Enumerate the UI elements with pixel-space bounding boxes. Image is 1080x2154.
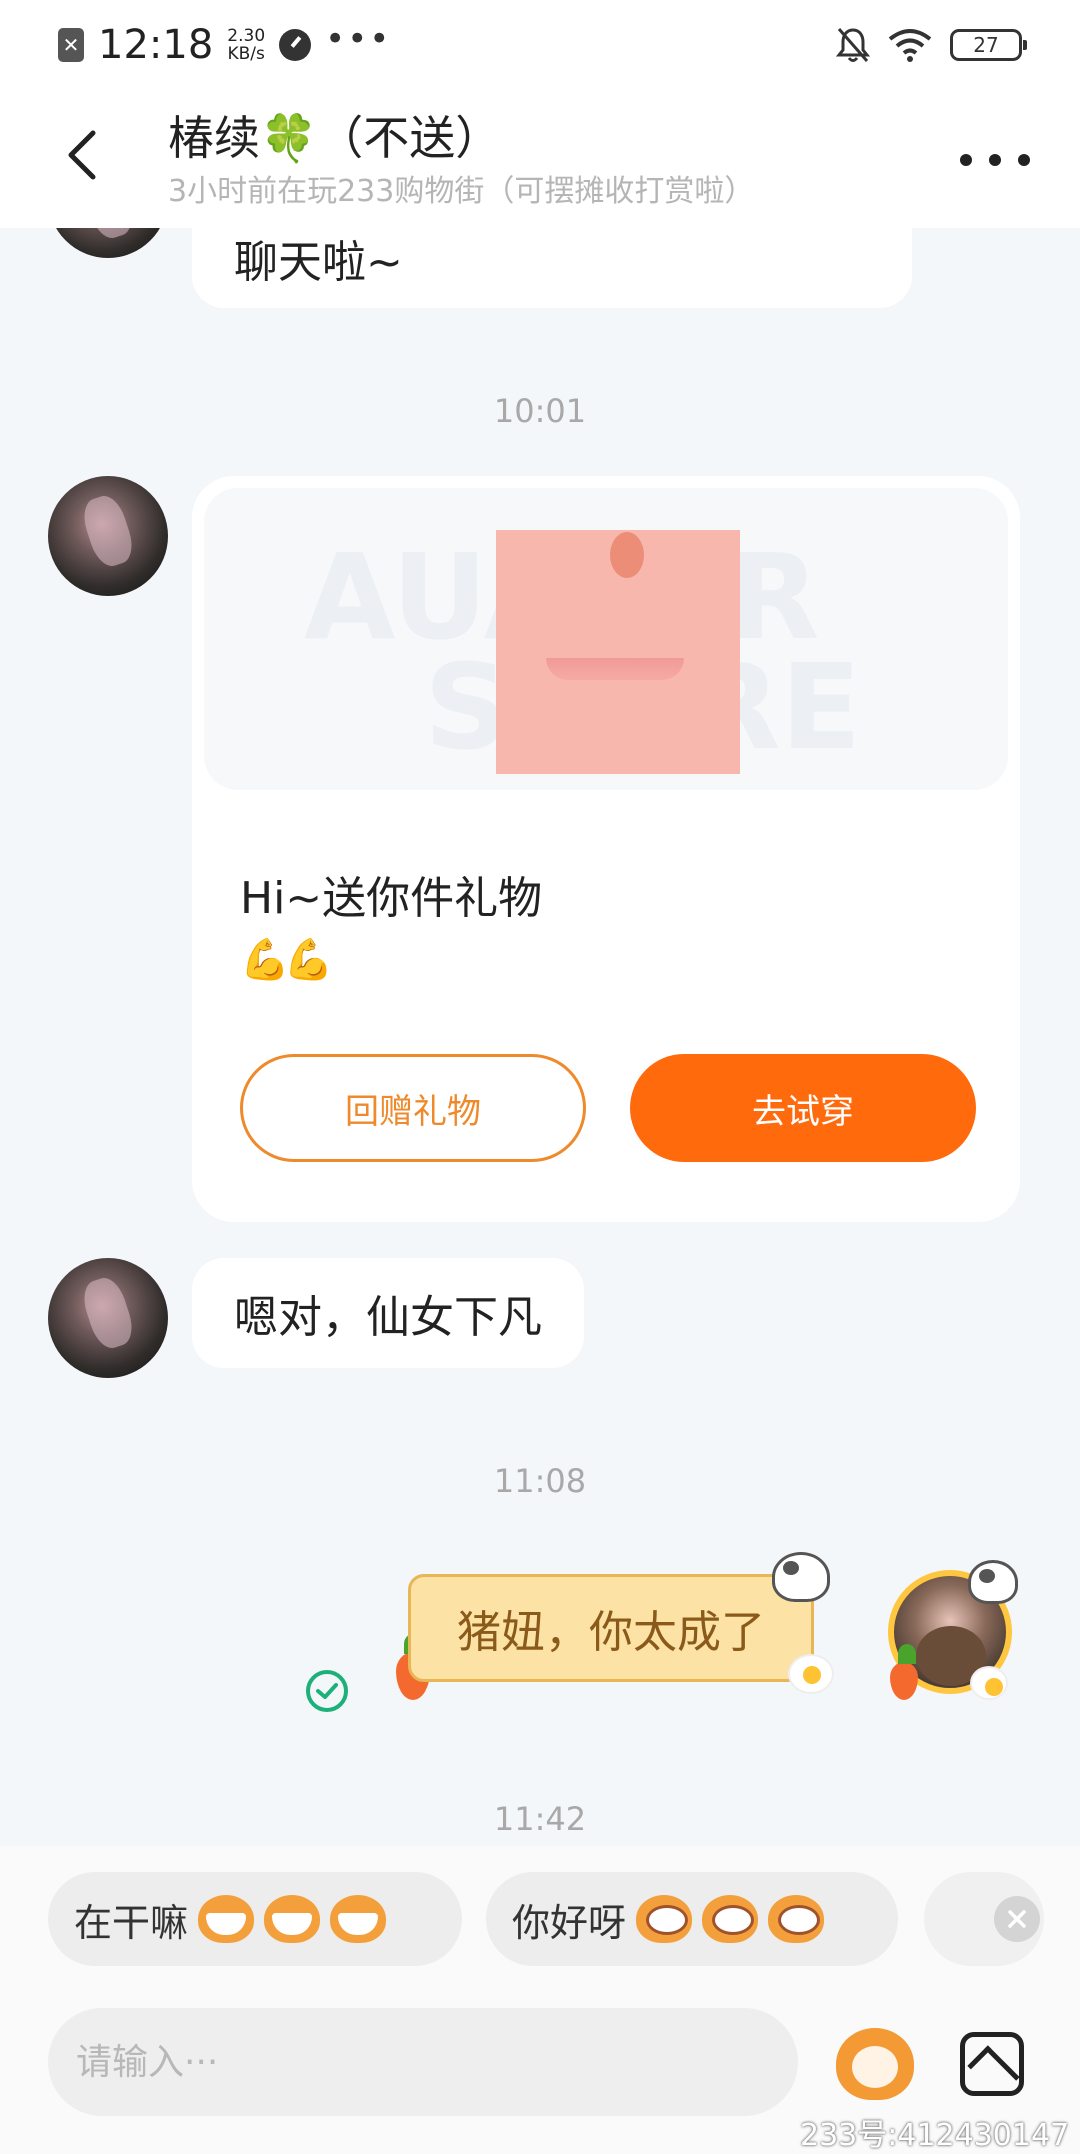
chat-title[interactable]: 椿续🍀（不送）: [168, 102, 501, 168]
egg-decoration: [970, 1666, 1008, 1700]
message-bubble[interactable]: 聊天啦~: [192, 228, 912, 308]
try-on-button[interactable]: 去试穿: [630, 1054, 976, 1162]
emoji-mascot-icon[interactable]: [836, 2028, 914, 2100]
message-text: 聊天啦~: [234, 237, 403, 288]
status-bar-right: 27: [836, 22, 1027, 68]
message-bubble[interactable]: 嗯对，仙女下凡: [192, 1258, 584, 1368]
close-quick-replies-button[interactable]: [994, 1896, 1040, 1942]
bell-off-icon: [836, 28, 870, 62]
battery-level: 27: [973, 33, 999, 57]
sent-status-check: [306, 1670, 348, 1712]
check-icon: [316, 1683, 338, 1699]
wifi-icon: [888, 29, 932, 62]
quick-reply-chip[interactable]: 在干嘛: [48, 1872, 462, 1966]
quick-reply-label: 在干嘛: [74, 1900, 189, 1945]
contact-avatar[interactable]: [48, 476, 168, 596]
app-indicator-icon: [279, 29, 312, 61]
gift-preview-nose: [610, 532, 644, 578]
carrot-decoration: [890, 1644, 918, 1700]
glasses-mascot-icon: [636, 1895, 693, 1943]
back-button[interactable]: [52, 120, 112, 190]
message-text: 嗯对，仙女下凡: [234, 1292, 542, 1343]
return-gift-button[interactable]: 回赠礼物: [240, 1054, 586, 1162]
header-content: 椿续🍀（不送） 3小时前在玩233购物街（可摆摊收打赏啦）: [0, 90, 1080, 228]
grin-mascot-icon: [264, 1895, 321, 1943]
timestamp: 11:42: [493, 1800, 587, 1838]
glasses-mascot-icon: [702, 1895, 759, 1943]
gift-image[interactable]: AUATAR STORE: [204, 488, 1008, 790]
cat-decoration: [968, 1560, 1018, 1604]
network-speed-unit: KB/s: [227, 44, 265, 64]
flex-emoji: 💪💪: [240, 937, 334, 983]
my-message-bubble[interactable]: 猪妞，你太成了: [408, 1574, 814, 1682]
id-watermark: 233号:412430147: [800, 2118, 1070, 2153]
gift-card[interactable]: AUATAR STORE Hi~送你件礼物 💪💪 回赠礼物 去试穿: [192, 476, 1020, 1222]
more-notifications-icon: •••: [325, 19, 392, 59]
quick-reply-chip[interactable]: 你好呀: [486, 1872, 898, 1966]
more-icon-dot: [989, 154, 1001, 166]
contact-avatar[interactable]: [48, 1258, 168, 1378]
grin-mascot-icon: [198, 1895, 255, 1943]
more-button[interactable]: [960, 140, 1030, 180]
timestamp: 10:01: [493, 392, 587, 430]
message-input[interactable]: [48, 2008, 798, 2116]
gift-preview-lips: [546, 658, 684, 680]
back-icon: [68, 130, 96, 180]
gift-preview: [496, 530, 740, 774]
status-bar: ✕ 12:18 2.30 KB/s ••• 27: [0, 0, 1080, 90]
network-speed-value: 2.30: [227, 26, 266, 46]
cat-decoration: [772, 1552, 830, 1602]
egg-decoration: [788, 1654, 834, 1694]
timestamp: 11:08: [493, 1462, 587, 1500]
close-icon: [1008, 1910, 1026, 1928]
message-text: 猪妞，你太成了: [457, 1607, 765, 1658]
image-icon[interactable]: [960, 2032, 1024, 2096]
glasses-mascot-icon: [768, 1895, 825, 1943]
status-bar-left: ✕ 12:18 2.30 KB/s •••: [58, 19, 392, 70]
status-time: 12:18: [98, 22, 214, 68]
gift-message: Hi~送你件礼物: [240, 873, 543, 924]
more-icon: [960, 154, 972, 166]
quick-reply-bar: 在干嘛 你好呀: [0, 1846, 1080, 1972]
grin-mascot-icon: [330, 1895, 387, 1943]
battery-icon: 27: [950, 29, 1027, 61]
sim-icon: ✕: [58, 28, 84, 62]
network-speed: 2.30 KB/s: [227, 27, 265, 63]
more-icon-dot: [1018, 154, 1030, 166]
chat-subtitle: 3小时前在玩233购物街（可摆摊收打赏啦）: [168, 174, 755, 209]
quick-reply-label: 你好呀: [512, 1900, 627, 1945]
